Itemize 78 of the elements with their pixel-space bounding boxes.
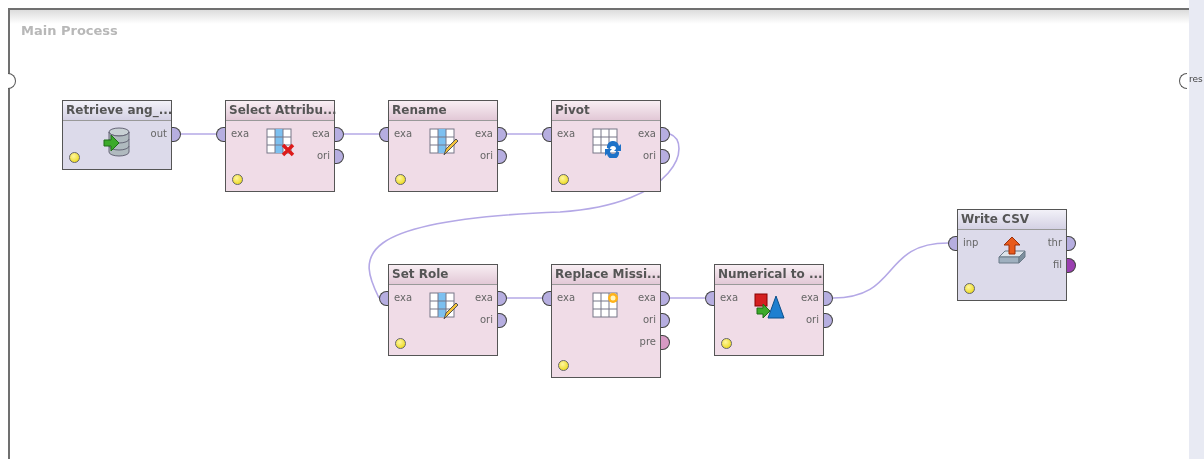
output-port[interactable] [1067,258,1076,273]
status-light-icon [232,174,243,185]
port-label: exa [394,291,413,305]
input-port[interactable] [542,291,551,306]
output-port[interactable] [498,291,507,306]
status-light-icon [721,338,732,349]
output-port[interactable] [661,291,670,306]
port-label: exa [231,127,250,141]
output-port[interactable] [498,149,507,164]
input-port[interactable] [379,291,388,306]
status-light-icon [395,338,406,349]
port-label: exa [557,291,576,305]
connection-line[interactable] [506,133,543,135]
operator-title: Rename [389,101,497,121]
table-delete-icon [264,126,296,158]
input-port[interactable] [216,127,225,142]
output-port[interactable] [498,127,507,142]
status-light-icon [395,174,406,185]
port-label: ori [643,149,656,163]
port-label: exa [800,291,819,305]
database-icon [101,126,133,158]
input-port[interactable] [542,127,551,142]
port-label: exa [474,291,493,305]
connection-line[interactable] [669,297,706,299]
output-port[interactable] [661,335,670,350]
connection-line[interactable] [180,133,217,135]
port-label: res [1189,74,1203,84]
status-light-icon [964,283,975,294]
output-port[interactable] [661,127,670,142]
port-label: out [150,127,167,141]
operator-title: Replace Missi... [552,265,660,285]
operator-title: Pivot [552,101,660,121]
port-label: exa [474,127,493,141]
port-label: inp [963,236,979,250]
input-port[interactable] [948,236,957,251]
output-port[interactable] [335,127,344,142]
input-port[interactable] [379,127,388,142]
shapes-icon [753,290,785,322]
output-port[interactable] [661,313,670,328]
process-input-port[interactable] [8,73,16,89]
port-label: ori [806,313,819,327]
operator-title: Retrieve ang_... [63,101,171,121]
process-title: Main Process [21,23,118,38]
connection-line[interactable] [343,133,380,135]
output-port[interactable] [661,149,670,164]
output-port[interactable] [498,313,507,328]
status-light-icon [558,360,569,371]
input-port[interactable] [705,291,714,306]
port-label: ori [480,149,493,163]
port-label: ori [317,149,330,163]
output-port[interactable] [172,127,181,142]
output-port[interactable] [335,149,344,164]
output-port[interactable] [824,313,833,328]
process-output-port[interactable] [1179,73,1187,89]
port-label: ori [480,313,493,327]
table-edit-icon [427,290,459,322]
port-label: fil [1052,258,1062,272]
port-label: exa [637,291,656,305]
port-label: thr [1047,236,1062,250]
port-label: ori [643,313,656,327]
upload-icon [996,235,1028,267]
port-label: exa [311,127,330,141]
status-light-icon [558,174,569,185]
status-light-icon [69,152,80,163]
table-edit-icon [427,126,459,158]
operator-title: Write CSV [958,210,1066,230]
connection-line[interactable] [506,297,543,299]
connection-line[interactable] [368,133,680,299]
port-label: exa [394,127,413,141]
table-refresh-icon [590,126,622,158]
operator-title: Set Role [389,265,497,285]
operator-title: Numerical to ... [715,265,823,285]
port-label: exa [720,291,739,305]
port-label: pre [639,335,656,349]
port-label: exa [557,127,576,141]
port-label: exa [637,127,656,141]
output-port[interactable] [1067,236,1076,251]
output-port[interactable] [824,291,833,306]
